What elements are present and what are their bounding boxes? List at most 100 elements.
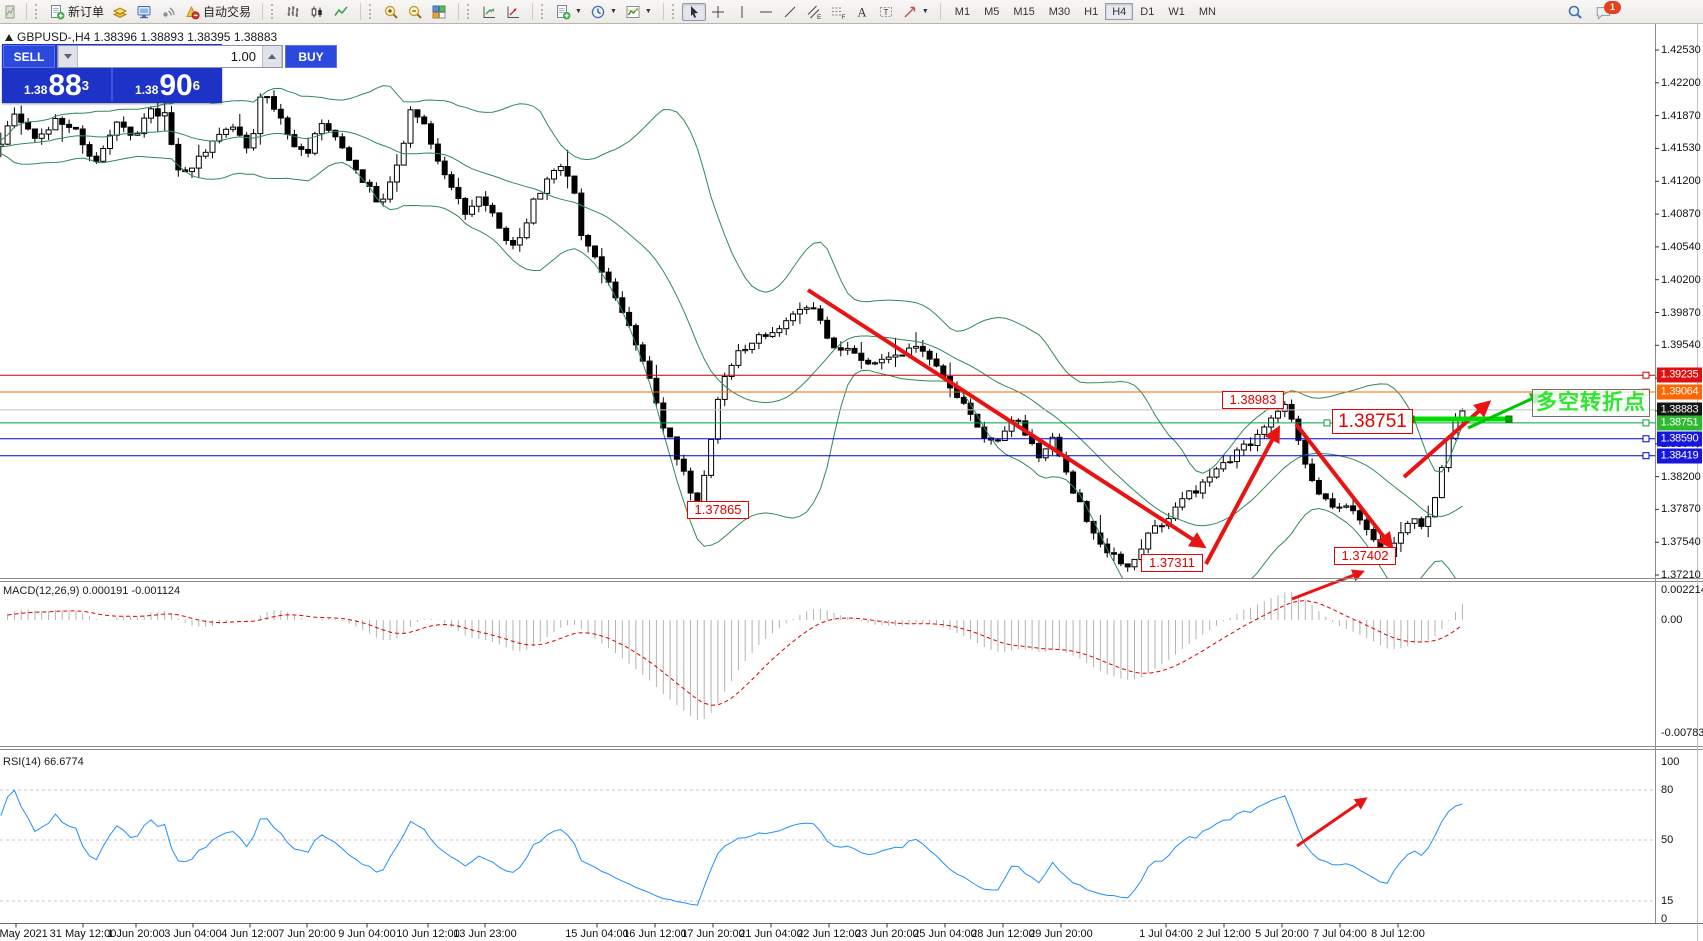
cross-icon [710,4,726,20]
time-axis-label: 25 Jun 04:00 [913,928,977,940]
signals-icon[interactable] [156,3,180,21]
timeframe-h1[interactable]: H1 [1077,3,1105,20]
equidistant-channel-button[interactable]: E [802,3,826,21]
time-axis-label: 21 Jun 04:00 [739,928,803,940]
chart-canvas [0,0,1703,941]
rsi-pane-label: RSI(14) 66.6774 [3,756,84,768]
buy-price-big: 90 [159,73,192,99]
sell-price[interactable]: 1.38883 [2,68,111,101]
search-icon[interactable] [1563,3,1587,21]
time-axis-label: 23 Jun 20:00 [855,928,919,940]
chat-icon[interactable]: 1 [1595,3,1615,21]
volume-increase-button[interactable] [262,46,282,67]
price-annotation[interactable]: 1.37865 [687,501,749,519]
bars-icon [285,4,301,20]
indicators-button[interactable]: ▼ [551,3,586,21]
toolbar-button-label: 新订单 [68,3,104,20]
toolbar-group [266,0,357,23]
price-annotation[interactable]: 1.38983 [1222,391,1284,409]
chart-partial-icon[interactable] [0,3,19,21]
zoom-in-icon[interactable] [379,3,403,21]
arrows-button[interactable]: ▼ [898,3,933,21]
fibonacci-button[interactable]: F [826,3,850,21]
time-axis-label: 3 Jun 04:00 [164,928,222,940]
price-axis-label: 1.41870 [1661,110,1701,122]
bar-chart-icon[interactable] [281,3,305,21]
tile-icon [431,4,447,20]
shiftr-icon [505,4,521,20]
timeframe-m15[interactable]: M15 [1006,3,1041,20]
buy-price[interactable]: 1.38906 [113,68,222,101]
time-axis-label: 16 Jun 12:00 [623,928,687,940]
time-axis-label: 1 Jul 04:00 [1139,928,1193,940]
timeframe-d1[interactable]: D1 [1133,3,1161,20]
triangle-up-icon [268,54,276,59]
cursor-button[interactable] [682,3,706,21]
price-axis-label: 1.40870 [1661,208,1701,220]
chart-shift-icon[interactable] [501,3,525,21]
timeframe-h4[interactable]: H4 [1105,3,1133,20]
text-label-button[interactable]: T [874,3,898,21]
textT-icon: T [878,4,894,20]
candle-chart-icon[interactable] [305,3,329,21]
price-tag: 1.38419 [1657,448,1702,463]
timeframe-m1[interactable]: M1 [948,3,977,20]
volume-input[interactable] [78,46,262,67]
zoom-out-icon[interactable] [403,3,427,21]
price-annotation[interactable]: 1.37311 [1141,554,1203,572]
dropdown-arrow-icon: ▼ [575,8,582,15]
price-axis-label: 1.42530 [1661,44,1701,56]
group-grip-icon [369,4,375,19]
templates-button[interactable]: ▼ [621,3,656,21]
price-axis-label: 1.40200 [1661,274,1701,286]
horizontal-line-button[interactable] [754,3,778,21]
timeframe-m30[interactable]: M30 [1042,3,1077,20]
toolbar-separator [26,3,27,20]
text-button[interactable]: A [850,3,874,21]
new-order-button[interactable]: 新订单 [45,3,108,21]
buy-button[interactable]: BUY [285,45,337,68]
turning-point-note[interactable]: 多空转折点 [1532,389,1650,417]
toolbar-right: 1 [1563,0,1615,23]
shapes-icon [902,4,918,20]
toolbar-group: 新订单 自动交易 [30,0,259,23]
timeframe-group: M1M5M15M30H1H4D1W1MN [944,0,1227,23]
autotrade-button[interactable]: 自动交易 [180,3,255,21]
main-pane [0,86,1655,602]
price-axis-label: 1.41200 [1661,175,1701,187]
tpl-icon [625,4,641,20]
terminal-icon[interactable] [132,3,156,21]
time-axis-label: 5 Jul 20:00 [1255,928,1309,940]
trendline-button[interactable] [778,3,802,21]
svg-text:F: F [841,14,845,20]
macd-histogram [8,592,1463,720]
scrollr-icon [481,4,497,20]
timeframe-w1[interactable]: W1 [1161,3,1192,20]
sell-button[interactable]: SELL [3,45,55,68]
toolbar-separator [663,3,664,20]
sell-price-small: 1.38 [24,81,47,99]
timeframe-m5[interactable]: M5 [977,3,1006,20]
toolbar-separator [532,3,533,20]
auto-scroll-icon[interactable] [477,3,501,21]
rsi-level-lines [0,790,1655,901]
volume-decrease-button[interactable] [58,46,78,67]
one-click-trading-panel: SELL BUY 1.38883 1.38906 [2,44,222,103]
price-annotation[interactable]: 1.38751 [1332,409,1413,434]
macd-pane-label: MACD(12,26,9) 0.000191 -0.001124 [3,585,180,597]
collapse-arrow-icon[interactable] [5,34,13,41]
time-axis-label: 29 Jun 20:00 [1029,928,1093,940]
market-watch-icon[interactable] [108,3,132,21]
crosshair-button[interactable] [706,3,730,21]
textA-icon: A [854,4,870,20]
periods-button[interactable]: ▼ [586,3,621,21]
time-axis-label: 2 Jul 12:00 [1197,928,1251,940]
tile-windows-icon[interactable] [427,3,451,21]
toolbar-group [0,0,23,23]
timeframe-mn[interactable]: MN [1192,3,1223,20]
vertical-line-button[interactable] [730,3,754,21]
price-annotation[interactable]: 1.37402 [1334,547,1396,565]
signal-icon [160,4,176,20]
line-chart-icon[interactable] [329,3,353,21]
rsi-line [1,790,1463,905]
